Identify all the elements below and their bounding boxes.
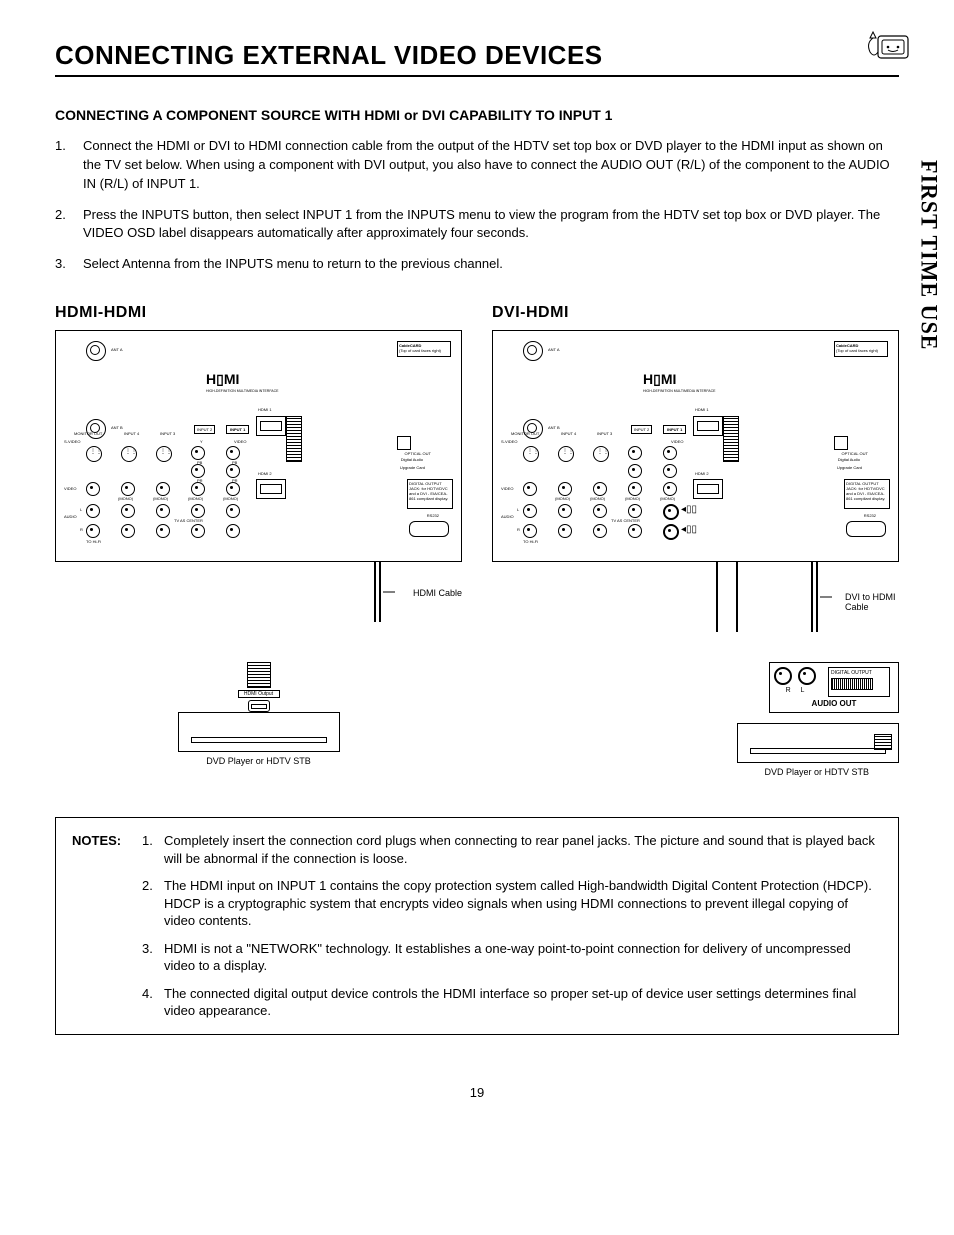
step-1: 1. Connect the HDMI or DVI to HDMI conne… bbox=[55, 137, 899, 194]
hdmi-connector-icon bbox=[286, 416, 302, 462]
step-2: 2. Press the INPUTS button, then select … bbox=[55, 206, 899, 244]
hdmi1-port bbox=[256, 416, 286, 436]
diagram-right-label: DVI-HDMI bbox=[492, 304, 899, 322]
page-title: CONNECTING EXTERNAL VIDEO DEVICES bbox=[55, 40, 899, 77]
diagram-dvi-hdmi: DVI-HDMI CableCARD(Top of card faces rig… bbox=[492, 304, 899, 777]
note-1: 1.Completely insert the connection cord … bbox=[142, 832, 882, 867]
hdmi-logo: H▯MI bbox=[206, 371, 239, 388]
diagram-hdmi-hdmi: HDMI-HDMI CableCARD(Top of card faces ri… bbox=[55, 304, 462, 777]
section-subheading: CONNECTING A COMPONENT SOURCE WITH HDMI … bbox=[55, 107, 899, 123]
setup-icon bbox=[858, 28, 914, 64]
notes-heading: NOTES: bbox=[72, 832, 142, 1020]
note-3: 3.HDMI is not a "NETWORK" technology. It… bbox=[142, 940, 882, 975]
hdmi-cable-label: HDMI Cable bbox=[413, 588, 462, 598]
service-note: DIGITAL OUTPUT JACK: for HDTV/DVC and a … bbox=[407, 479, 453, 509]
step-3: 3. Select Antenna from the INPUTS menu t… bbox=[55, 255, 899, 274]
rear-panel-right: CableCARD(Top of card faces right) ANT A… bbox=[492, 330, 899, 562]
digital-output-port: DIGITAL OUTPUT bbox=[828, 667, 890, 697]
cablecard-slot: CableCARD(Top of card faces right) bbox=[397, 341, 451, 357]
sidebar-section-label: FIRST TIME USE bbox=[915, 160, 942, 350]
note-2: 2.The HDMI input on INPUT 1 contains the… bbox=[142, 877, 882, 930]
diagram-left-label: HDMI-HDMI bbox=[55, 304, 462, 322]
rear-panel-left: CableCARD(Top of card faces right) ANT A… bbox=[55, 330, 462, 562]
notes-box: NOTES: 1.Completely insert the connectio… bbox=[55, 817, 899, 1035]
instruction-steps: 1. Connect the HDMI or DVI to HDMI conne… bbox=[55, 137, 899, 274]
diagrams-row: HDMI-HDMI CableCARD(Top of card faces ri… bbox=[55, 304, 899, 777]
hdmi2-port bbox=[256, 479, 286, 499]
source-device-right: DVD Player or HDTV STB bbox=[492, 723, 899, 777]
dvi-cable-label: DVI to HDMI Cable bbox=[845, 592, 905, 612]
note-4: 4.The connected digital output device co… bbox=[142, 985, 882, 1020]
page-number: 19 bbox=[55, 1085, 899, 1100]
audio-out-panel: R L DIGITAL OUTPUT AUDIO OUT bbox=[769, 662, 899, 713]
source-device-left: HDMI Output DVD Player or HDTV STB bbox=[55, 662, 462, 766]
